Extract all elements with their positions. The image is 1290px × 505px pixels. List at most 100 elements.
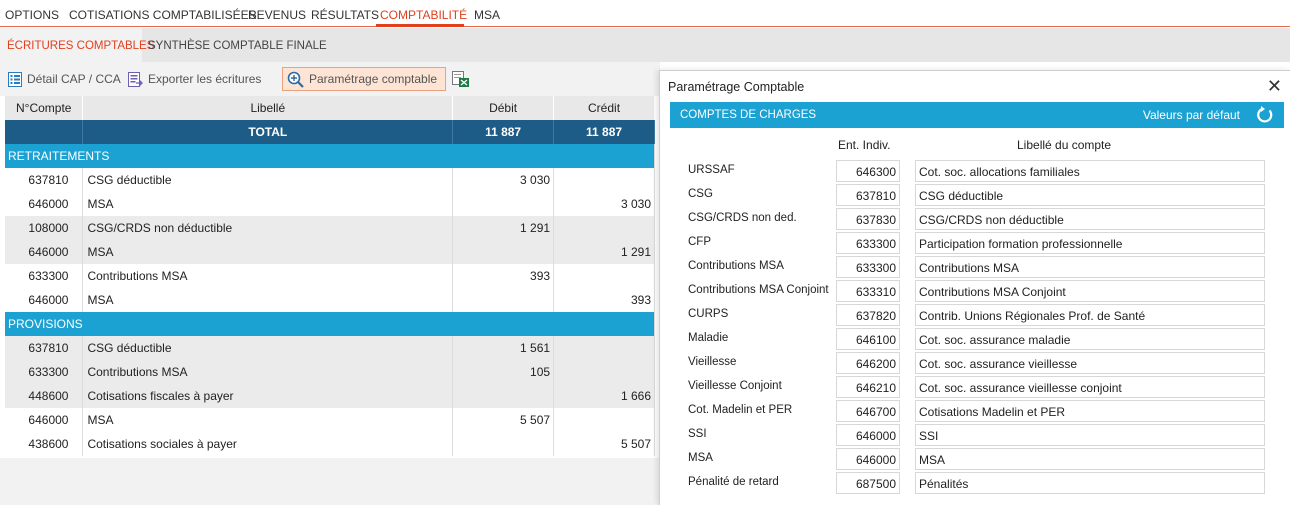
- account-code-input[interactable]: 646000: [836, 424, 900, 446]
- account-name: Vieillesse: [688, 356, 737, 368]
- col-header-credit[interactable]: Crédit: [553, 96, 655, 120]
- parametrage-comptable-label: Paramétrage comptable: [309, 72, 438, 86]
- col-header-debit[interactable]: Débit: [452, 96, 555, 120]
- table-row[interactable]: 633300 Contributions MSA 105: [5, 360, 655, 384]
- account-code-input[interactable]: 633300: [836, 232, 900, 254]
- account-code-input[interactable]: 637830: [836, 208, 900, 230]
- row-credit: 3 030: [553, 192, 655, 216]
- account-label-input[interactable]: Pénalités: [915, 472, 1265, 494]
- account-label-input[interactable]: Cot. soc. assurance vieillesse conjoint: [915, 376, 1265, 398]
- table-row[interactable]: 637810 CSG déductible 3 030: [5, 168, 655, 192]
- account-row: CURPS 637820 Contrib. Unions Régionales …: [660, 303, 1290, 327]
- nav-msa[interactable]: MSA: [474, 8, 500, 22]
- col-header-compte[interactable]: N°Compte: [5, 96, 84, 120]
- row-debit: 393: [452, 264, 555, 288]
- total-label: TOTAL: [82, 120, 454, 144]
- row-debit: [452, 384, 555, 408]
- tab-synthese-comptable-finale[interactable]: SYNTHÈSE COMPTABLE FINALE: [142, 28, 327, 62]
- table-row[interactable]: 646000 MSA 1 291: [5, 240, 655, 264]
- total-credit: 11 887: [553, 120, 655, 144]
- row-credit: 1 666: [553, 384, 655, 408]
- account-label-input[interactable]: Cot. soc. allocations familiales: [915, 160, 1265, 182]
- export-ecritures-button[interactable]: Exporter les écritures: [128, 67, 261, 91]
- account-code-input[interactable]: 646300: [836, 160, 900, 182]
- account-label-input[interactable]: Participation formation professionnelle: [915, 232, 1265, 254]
- account-label-input[interactable]: CSG déductible: [915, 184, 1265, 206]
- account-row: Pénalité de retard 687500 Pénalités: [660, 471, 1290, 495]
- account-label-input[interactable]: CSG/CRDS non déductible: [915, 208, 1265, 230]
- table-row[interactable]: 438600 Cotisations sociales à payer 5 50…: [5, 432, 655, 456]
- nav-revenus[interactable]: REVENUS: [248, 8, 306, 22]
- row-debit: [452, 288, 555, 312]
- table-row[interactable]: 633300 Contributions MSA 393: [5, 264, 655, 288]
- table-row[interactable]: 646000 MSA 393: [5, 288, 655, 312]
- row-code: 633300: [5, 264, 84, 288]
- account-row: Contributions MSA Conjoint 633310 Contri…: [660, 279, 1290, 303]
- total-debit: 11 887: [452, 120, 555, 144]
- account-label-input[interactable]: Cot. soc. assurance maladie: [915, 328, 1265, 350]
- account-name: URSSAF: [688, 164, 735, 176]
- row-code: 438600: [5, 432, 84, 456]
- top-navigation: OPTIONS COTISATIONS COMPTABILISÉES REVEN…: [0, 0, 1290, 27]
- detail-cap-cca-button[interactable]: Détail CAP / CCA: [8, 67, 121, 91]
- account-label-input[interactable]: Cot. soc. assurance vieillesse: [915, 352, 1265, 374]
- account-code-input[interactable]: 646200: [836, 352, 900, 374]
- account-name: CURPS: [688, 308, 729, 320]
- nav-resultats[interactable]: RÉSULTATS: [311, 8, 379, 22]
- account-label-input[interactable]: Cotisations Madelin et PER: [915, 400, 1265, 422]
- account-row: CSG/CRDS non ded. 637830 CSG/CRDS non dé…: [660, 207, 1290, 231]
- account-code-input[interactable]: 633300: [836, 256, 900, 278]
- row-debit: [452, 432, 555, 456]
- account-code-input[interactable]: 646000: [836, 448, 900, 470]
- account-label-input[interactable]: MSA: [915, 448, 1265, 470]
- section-title-provisions: PROVISIONS: [5, 312, 655, 336]
- row-credit: [553, 336, 655, 360]
- account-name: Pénalité de retard: [688, 476, 779, 488]
- row-label: CSG déductible: [82, 336, 454, 360]
- account-label-input[interactable]: SSI: [915, 424, 1265, 446]
- account-label-input[interactable]: Contrib. Unions Régionales Prof. de Sant…: [915, 304, 1265, 326]
- col-header-libelle[interactable]: Libellé: [82, 96, 454, 120]
- account-code-input[interactable]: 637820: [836, 304, 900, 326]
- active-nav-indicator: [376, 24, 464, 27]
- row-credit: 1 291: [553, 240, 655, 264]
- account-label-input[interactable]: Contributions MSA: [915, 256, 1265, 278]
- account-code-input[interactable]: 646100: [836, 328, 900, 350]
- export-icon: [128, 71, 143, 87]
- reset-icon[interactable]: [1255, 105, 1275, 125]
- account-code-input[interactable]: 646700: [836, 400, 900, 422]
- account-name: SSI: [688, 428, 707, 440]
- table-row[interactable]: 108000 CSG/CRDS non déductible 1 291: [5, 216, 655, 240]
- account-code-input[interactable]: 637810: [836, 184, 900, 206]
- account-code-input[interactable]: 633310: [836, 280, 900, 302]
- account-code-input[interactable]: 646210: [836, 376, 900, 398]
- table-row[interactable]: 646000 MSA 5 507: [5, 408, 655, 432]
- reset-defaults-button[interactable]: Valeurs par défaut: [1143, 108, 1240, 122]
- row-credit: 393: [553, 288, 655, 312]
- nav-options[interactable]: OPTIONS: [5, 8, 59, 22]
- tab-ecritures-comptables[interactable]: ÉCRITURES COMPTABLES: [0, 28, 154, 62]
- row-label: Cotisations fiscales à payer: [82, 384, 454, 408]
- nav-comptabilite[interactable]: COMPTABILITÉ: [380, 8, 467, 22]
- row-credit: [553, 360, 655, 384]
- account-name: CSG: [688, 188, 713, 200]
- account-label-input[interactable]: Contributions MSA Conjoint: [915, 280, 1265, 302]
- parametrage-comptable-button[interactable]: Paramétrage comptable: [282, 67, 447, 91]
- row-code: 637810: [5, 336, 84, 360]
- excel-export-button[interactable]: [452, 67, 470, 91]
- nav-cotisations-comptabilisees[interactable]: COTISATIONS COMPTABILISÉES: [69, 8, 257, 22]
- section-label: COMPTES DE CHARGES: [680, 109, 817, 121]
- account-row: Maladie 646100 Cot. soc. assurance malad…: [660, 327, 1290, 351]
- row-label: MSA: [82, 408, 454, 432]
- table-row[interactable]: 448600 Cotisations fiscales à payer 1 66…: [5, 384, 655, 408]
- row-code: 646000: [5, 408, 84, 432]
- table-row[interactable]: 646000 MSA 3 030: [5, 192, 655, 216]
- row-credit: [553, 264, 655, 288]
- row-label: Contributions MSA: [82, 360, 454, 384]
- account-row: Vieillesse 646200 Cot. soc. assurance vi…: [660, 351, 1290, 375]
- account-code-input[interactable]: 687500: [836, 472, 900, 494]
- row-debit: 3 030: [452, 168, 555, 192]
- close-icon[interactable]: ✕: [1267, 76, 1282, 97]
- table-row[interactable]: 637810 CSG déductible 1 561: [5, 336, 655, 360]
- account-name: Contributions MSA Conjoint: [688, 284, 829, 296]
